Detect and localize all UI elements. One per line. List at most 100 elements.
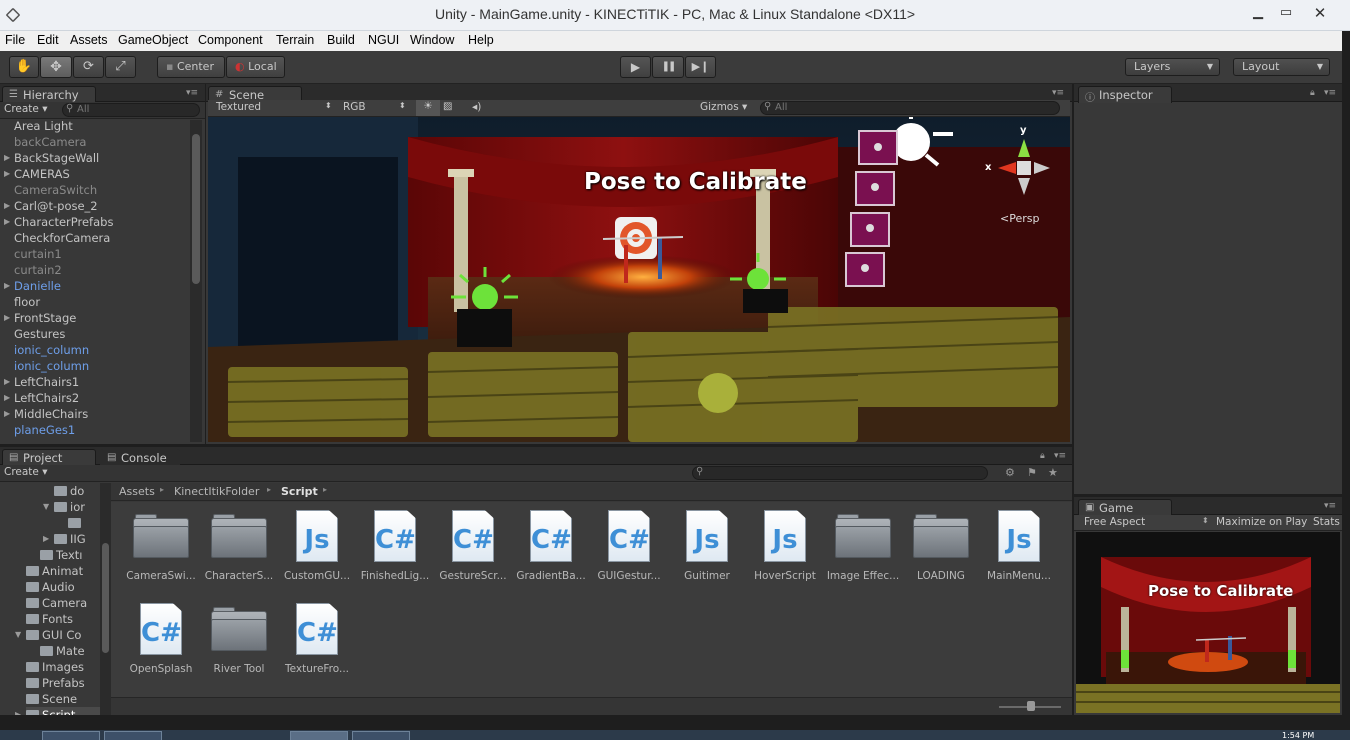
- panel-menu-icon[interactable]: ▾≡: [1054, 451, 1066, 461]
- hierarchy-item[interactable]: curtain1: [14, 246, 62, 262]
- expand-arrow-icon[interactable]: ▶: [4, 214, 10, 230]
- project-create-button[interactable]: Create ▾: [4, 466, 48, 478]
- move-tool-button[interactable]: ✥: [40, 56, 72, 78]
- lighting-toggle-icon[interactable]: ☀: [416, 100, 440, 116]
- asset-item[interactable]: Js CustomGU...: [277, 506, 357, 590]
- expand-arrow-icon[interactable]: ▶: [4, 406, 10, 422]
- scale-tool-button[interactable]: ⤢: [105, 56, 136, 78]
- folder-tree-item[interactable]: [68, 515, 84, 531]
- hierarchy-item[interactable]: ▶ CAMERAS: [4, 166, 70, 182]
- taskbar-app-button[interactable]: [352, 731, 410, 740]
- asset-item[interactable]: C# GUIGestur...: [589, 506, 669, 590]
- menu-window[interactable]: Window: [410, 33, 454, 47]
- folder-tree-item[interactable]: Prefabs: [26, 675, 85, 691]
- menu-edit[interactable]: Edit: [37, 33, 59, 47]
- tab-game[interactable]: ▣ Game: [1078, 499, 1172, 516]
- pivot-center-toggle[interactable]: ▪ Center: [157, 56, 225, 78]
- asset-item[interactable]: CameraSwi...: [121, 506, 201, 590]
- play-button[interactable]: ▶: [620, 56, 651, 78]
- hierarchy-item[interactable]: Gestures: [14, 326, 65, 342]
- game-viewport[interactable]: Pose to Calibrate: [1076, 532, 1340, 713]
- layers-dropdown[interactable]: Layers ▼: [1125, 58, 1220, 76]
- scene-viewport[interactable]: Pose to Calibrate y x <Persp: [208, 117, 1070, 442]
- taskbar-ie-button[interactable]: [42, 731, 100, 740]
- rotate-tool-button[interactable]: ⟳: [73, 56, 104, 78]
- folder-tree-item[interactable]: Textı: [40, 547, 82, 563]
- folder-tree-item[interactable]: Scene: [26, 691, 77, 707]
- hierarchy-create-button[interactable]: Create ▾: [4, 103, 48, 115]
- scrollbar-thumb[interactable]: [102, 543, 109, 653]
- search-type-icon[interactable]: ⚙: [1005, 466, 1015, 479]
- pause-button[interactable]: ❚❚: [652, 56, 684, 78]
- channel-dropdown[interactable]: RGB: [343, 101, 366, 113]
- folder-tree-item[interactable]: Audio: [26, 579, 75, 595]
- maximize-on-play-toggle[interactable]: Maximize on Play: [1216, 516, 1307, 528]
- tab-inspector[interactable]: ⓘ Inspector: [1078, 86, 1172, 104]
- expand-arrow-icon[interactable]: ▶: [4, 166, 10, 182]
- breadcrumb-assets[interactable]: Assets: [119, 485, 155, 498]
- hierarchy-item[interactable]: ▶ LeftChairs2: [4, 390, 79, 406]
- panel-menu-icon[interactable]: ▾≡: [1324, 501, 1336, 511]
- folder-tree-item[interactable]: do: [54, 483, 84, 499]
- asset-item[interactable]: CharacterS...: [199, 506, 279, 590]
- menu-ngui[interactable]: NGUI: [368, 33, 399, 47]
- asset-item[interactable]: Js Guitimer: [667, 506, 747, 590]
- hierarchy-item[interactable]: ▶ Carl@t-pose_2: [4, 198, 98, 214]
- hierarchy-item[interactable]: CheckforCamera: [14, 230, 110, 246]
- scrollbar-thumb[interactable]: [192, 134, 200, 284]
- folder-tree-item[interactable]: Mate: [40, 643, 85, 659]
- hierarchy-scrollbar[interactable]: [190, 120, 202, 442]
- expand-arrow-icon[interactable]: ▶: [4, 150, 10, 166]
- expand-arrow-icon[interactable]: ▶: [4, 198, 10, 214]
- taskbar-app-button[interactable]: [166, 731, 224, 740]
- asset-item[interactable]: LOADING: [901, 506, 981, 590]
- hierarchy-item[interactable]: ▶ BackStageWall: [4, 150, 99, 166]
- panel-menu-icon[interactable]: ▾≡: [1324, 88, 1336, 98]
- persp-label[interactable]: <Persp: [1000, 212, 1039, 225]
- menu-help[interactable]: Help: [468, 33, 494, 47]
- hierarchy-search-input[interactable]: All: [62, 103, 200, 117]
- asset-item[interactable]: C# OpenSplash: [121, 599, 201, 683]
- breadcrumb-script[interactable]: Script: [281, 485, 318, 498]
- folder-tree-item[interactable]: Fonts: [26, 611, 73, 627]
- favorite-star-icon[interactable]: ★: [1048, 466, 1058, 479]
- expand-arrow-icon[interactable]: ▶: [4, 278, 10, 294]
- hierarchy-item[interactable]: ▶ MiddleChairs: [4, 406, 88, 422]
- icon-size-slider-thumb[interactable]: [1027, 701, 1035, 711]
- panel-menu-icon[interactable]: ▾≡: [186, 88, 198, 98]
- expand-arrow-icon[interactable]: ▼: [43, 499, 49, 515]
- folder-tree-item[interactable]: ▼ GUI Co: [15, 627, 81, 643]
- hierarchy-item[interactable]: backCamera: [14, 134, 86, 150]
- asset-item[interactable]: C# TextureFro...: [277, 599, 357, 683]
- layout-dropdown[interactable]: Layout ▼: [1233, 58, 1330, 76]
- folder-tree-item[interactable]: Camera: [26, 595, 87, 611]
- hierarchy-item[interactable]: ionic_column: [14, 358, 89, 374]
- search-label-icon[interactable]: ⚑: [1027, 466, 1037, 479]
- asset-item[interactable]: Js HoverScript: [745, 506, 825, 590]
- hierarchy-item[interactable]: CameraSwitch: [14, 182, 97, 198]
- hand-tool-button[interactable]: ✋: [9, 56, 39, 78]
- hierarchy-item[interactable]: ▶ FrontStage: [4, 310, 76, 326]
- folder-tree-item[interactable]: ▼ ior: [43, 499, 85, 515]
- breadcrumb-kinectitikfolder[interactable]: KinectItikFolder: [174, 485, 259, 498]
- stats-toggle[interactable]: Stats: [1313, 516, 1340, 528]
- pivot-local-toggle[interactable]: ◐ Local: [226, 56, 285, 78]
- asset-item[interactable]: C# GradientBa...: [511, 506, 591, 590]
- aspect-dropdown[interactable]: Free Aspect: [1084, 516, 1145, 528]
- render-mode-dropdown[interactable]: Textured: [216, 101, 261, 113]
- tab-project[interactable]: ▤ Project: [2, 449, 96, 466]
- hierarchy-item[interactable]: planeGes1: [14, 422, 75, 438]
- minimize-button[interactable]: ▁: [1243, 2, 1273, 24]
- menu-gameobject[interactable]: GameObject: [118, 33, 188, 47]
- folder-tree-item[interactable]: ▶ IIG: [43, 531, 86, 547]
- hierarchy-item[interactable]: curtain2: [14, 262, 62, 278]
- expand-arrow-icon[interactable]: ▶: [4, 390, 10, 406]
- expand-arrow-icon[interactable]: ▶: [4, 374, 10, 390]
- hierarchy-item[interactable]: floor: [14, 294, 40, 310]
- asset-item[interactable]: Js MainMenu...: [979, 506, 1059, 590]
- lock-icon[interactable]: 🔒︎: [1310, 88, 1315, 98]
- project-tree-scrollbar[interactable]: [100, 483, 111, 715]
- lock-icon[interactable]: 🔒︎: [1040, 451, 1045, 461]
- hierarchy-item[interactable]: ▶ LeftChairs1: [4, 374, 79, 390]
- project-search-input[interactable]: [692, 466, 988, 480]
